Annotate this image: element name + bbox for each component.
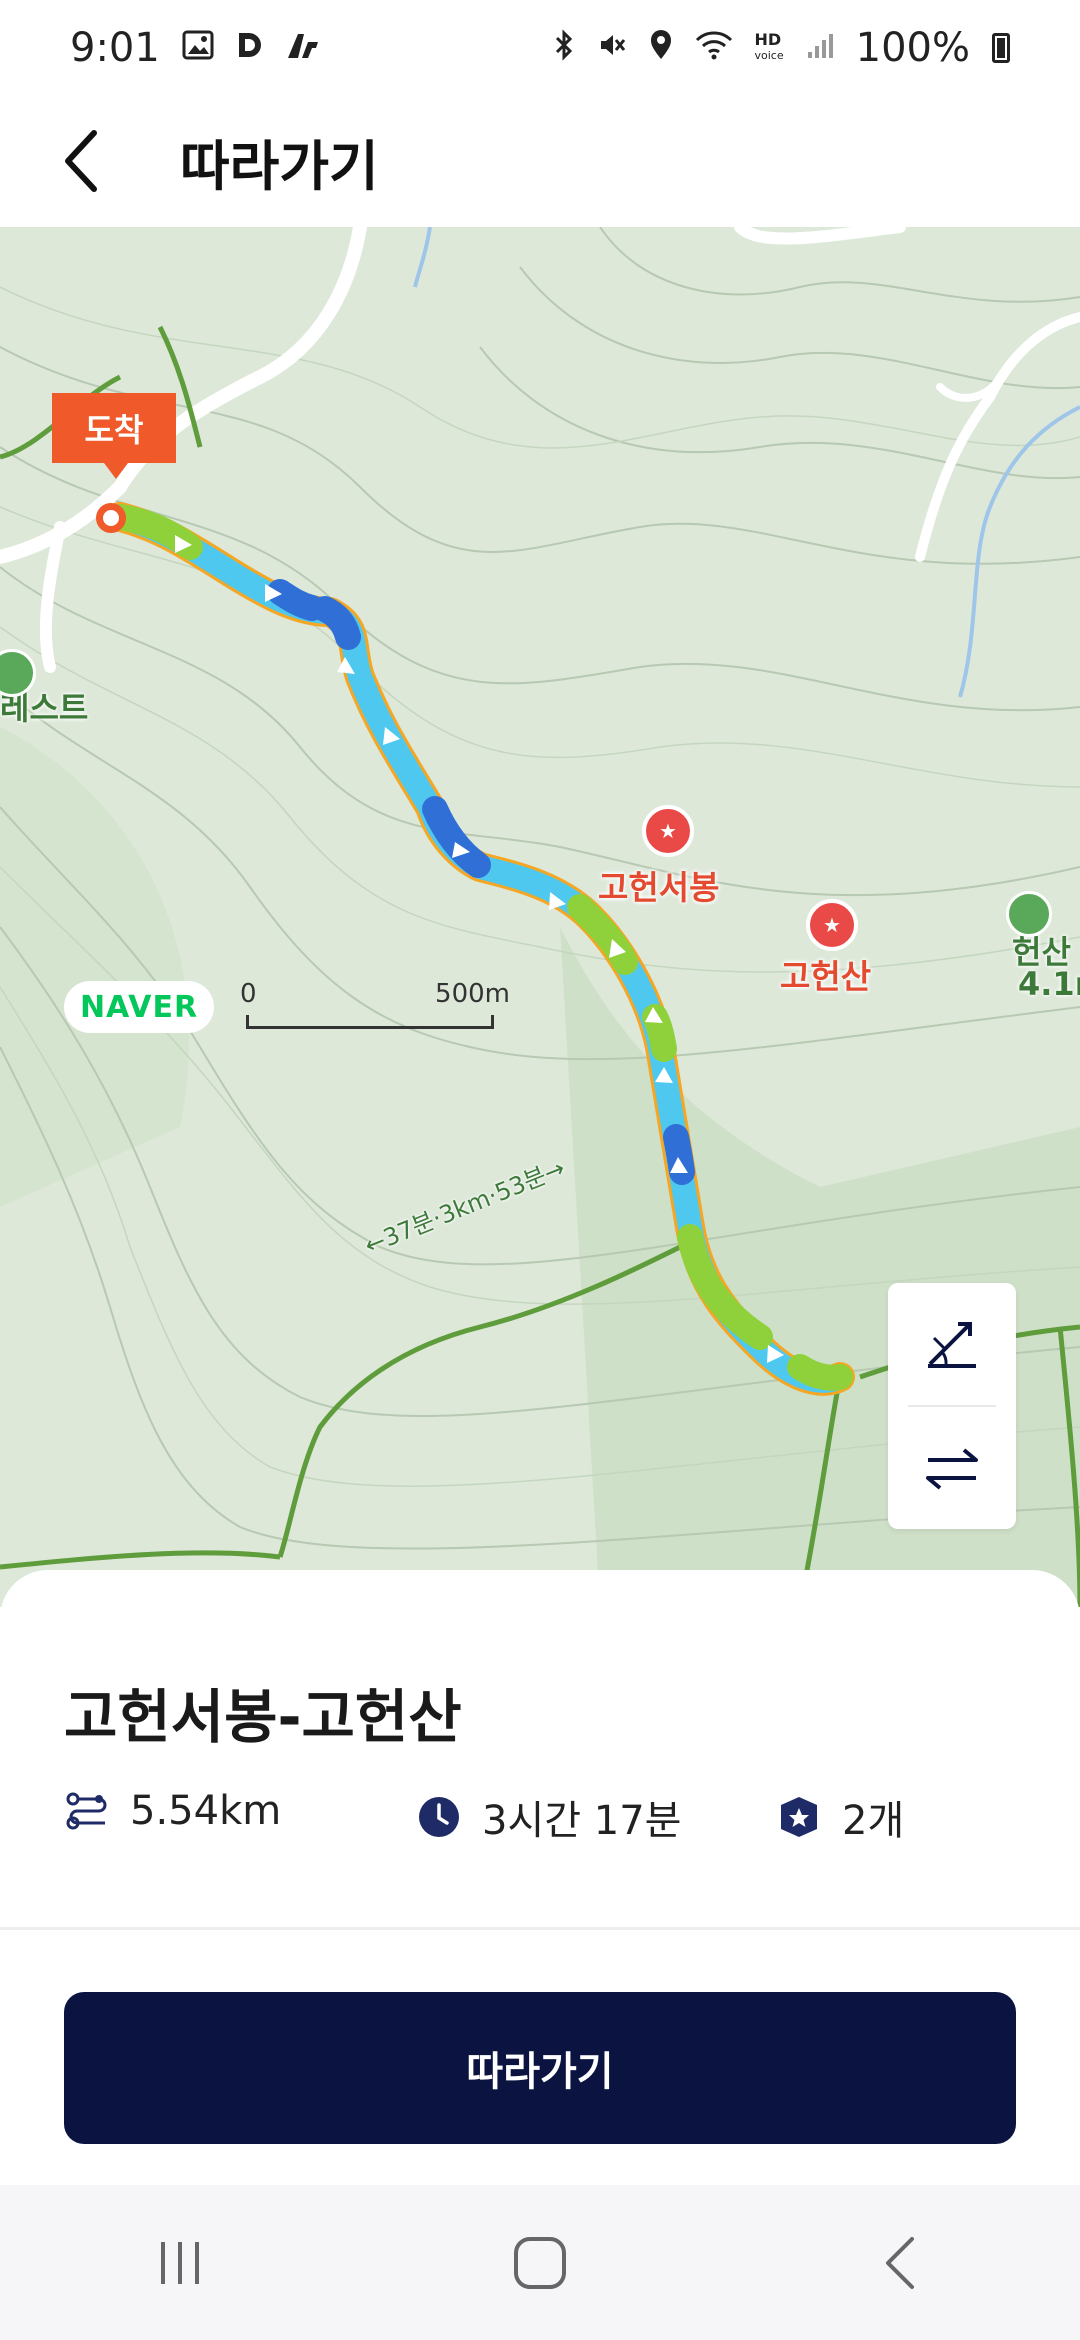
peak-label-goheonseobong: 고헌서봉 [598,868,720,907]
home-button[interactable] [460,2213,620,2313]
course-duration: 3시간 17분 [482,1798,682,1844]
status-bar: 9:01 HD voice 100% [0,0,1080,95]
peak-right-height: 4.1m [1018,965,1080,1003]
system-nav-bar [0,2185,1080,2340]
scale-zero: 0 [240,979,257,1009]
gallery-icon [182,30,214,66]
naver-logo[interactable]: NAVER [64,981,214,1033]
d-app-icon [236,30,264,66]
reverse-route-icon [926,1448,978,1490]
map-scale-bar: 0 500m [240,979,510,1035]
elevation-toggle-icon [928,1322,976,1368]
status-left: 9:01 [70,25,320,71]
page-title: 따라가기 [180,134,379,198]
back-arrow-icon [65,130,97,192]
course-name: 고헌서봉-고헌산 [64,1683,462,1751]
peak-label-goheonsan: 고헌산 [780,957,872,996]
home-icon [514,2236,566,2289]
map-controls [888,1283,1016,1529]
mute-icon [597,30,627,66]
course-stats: 5.54km 3시간 17분 2개 [64,1788,1064,1852]
peak-marker-icon[interactable]: ★ [806,899,858,951]
app-bar: 따라가기 [0,95,1080,227]
map-view[interactable]: 도착 ★ 고헌서봉 ★ 고헌산 레스트 헌산 4.1m ←37분·3km·53분… [0,227,1080,1607]
battery-icon [992,32,1010,63]
course-distance: 5.54km [130,1788,282,1834]
stat-peaks: 2개 [776,1788,904,1846]
scale-distance: 500m [435,979,510,1009]
follow-button[interactable]: 따라가기 [64,1992,1016,2144]
reverse-route-button[interactable] [888,1407,1016,1529]
wifi-icon [695,30,733,66]
bluetooth-icon [553,28,575,67]
peak-badge-icon [776,1794,822,1840]
location-icon [649,29,673,67]
signal-icon [806,30,834,66]
back-button[interactable] [60,95,170,227]
peak-marker-icon[interactable]: ★ [642,805,694,857]
course-peaks-count: 2개 [842,1798,905,1844]
stat-duration: 3시간 17분 [416,1788,681,1846]
system-back-icon [886,2236,914,2289]
system-back-button[interactable] [820,2213,980,2313]
clock-icon [416,1794,462,1840]
status-time: 9:01 [70,24,160,71]
road-app-icon [286,30,320,66]
battery-percent: 100% [855,24,970,71]
stat-distance: 5.54km [64,1788,281,1834]
route-distance-icon [64,1788,110,1834]
recent-apps-button[interactable] [100,2213,260,2313]
mountain-marker-icon [1006,891,1052,937]
recent-apps-icon [161,2241,199,2284]
status-right: HD voice 100% [553,25,1010,71]
arrival-flag: 도착 [52,393,176,479]
hd-voice-icon: HD voice [754,29,784,62]
elevation-toggle-button[interactable] [888,1283,1016,1405]
route-start-pin [96,503,126,533]
sheet-divider [0,1927,1080,1930]
